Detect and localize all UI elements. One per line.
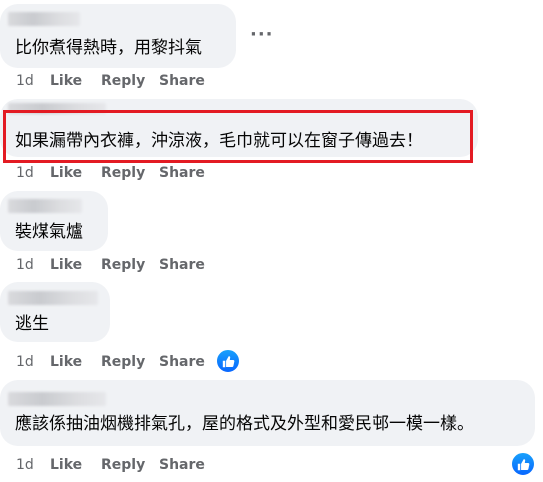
commenter-name-redacted[interactable] xyxy=(8,199,82,213)
thumbs-up-icon[interactable] xyxy=(215,348,241,374)
share-button[interactable]: Share xyxy=(159,165,205,181)
like-button[interactable]: Like xyxy=(50,457,101,473)
comment-text: 應該係抽油烟機排氣孔，屋的格式及外型和愛民邨一模一樣。 xyxy=(15,414,474,434)
comment-actions: 1d Like Reply Share xyxy=(16,257,205,273)
reply-button[interactable]: Reply xyxy=(101,73,159,89)
comment-text: 如果漏帶內衣褲，沖涼液，毛巾就可以在窗子傳過去！ xyxy=(15,131,423,151)
reply-button[interactable]: Reply xyxy=(101,354,159,370)
thumbs-up-glyph xyxy=(222,355,234,367)
comment-timestamp[interactable]: 1d xyxy=(16,354,50,370)
share-button[interactable]: Share xyxy=(159,73,205,89)
comment-text: 裝煤氣爐 xyxy=(15,222,83,242)
comment-actions: 1d Like Reply Share xyxy=(16,354,205,370)
commenter-name-redacted[interactable] xyxy=(8,392,106,406)
comment-actions: 1d Like Reply Share xyxy=(16,457,205,473)
comment-timestamp[interactable]: 1d xyxy=(16,165,50,181)
thumbs-up-icon[interactable] xyxy=(510,451,536,477)
like-button[interactable]: Like xyxy=(50,354,101,370)
comment-bubble xyxy=(0,380,535,446)
comment-actions: 1d Like Reply Share xyxy=(16,73,205,89)
comment-actions: 1d Like Reply Share xyxy=(16,165,205,181)
like-button[interactable]: Like xyxy=(50,73,101,89)
share-button[interactable]: Share xyxy=(159,354,205,370)
share-button[interactable]: Share xyxy=(159,457,205,473)
reply-button[interactable]: Reply xyxy=(101,257,159,273)
comment-timestamp[interactable]: 1d xyxy=(16,457,50,473)
like-button[interactable]: Like xyxy=(50,165,101,181)
more-options-icon[interactable]: ··· xyxy=(250,24,274,45)
commenter-name-redacted[interactable] xyxy=(8,291,98,305)
commenter-name-redacted[interactable] xyxy=(8,12,80,26)
comment-timestamp[interactable]: 1d xyxy=(16,257,50,273)
comment-text: 逃生 xyxy=(15,314,49,334)
comment-timestamp[interactable]: 1d xyxy=(16,73,50,89)
comment-text: 比你煮得熱時，用黎抖氣 xyxy=(15,38,202,58)
reply-button[interactable]: Reply xyxy=(101,165,159,181)
share-button[interactable]: Share xyxy=(159,257,205,273)
thumbs-up-glyph xyxy=(517,458,529,470)
like-button[interactable]: Like xyxy=(50,257,101,273)
reply-button[interactable]: Reply xyxy=(101,457,159,473)
